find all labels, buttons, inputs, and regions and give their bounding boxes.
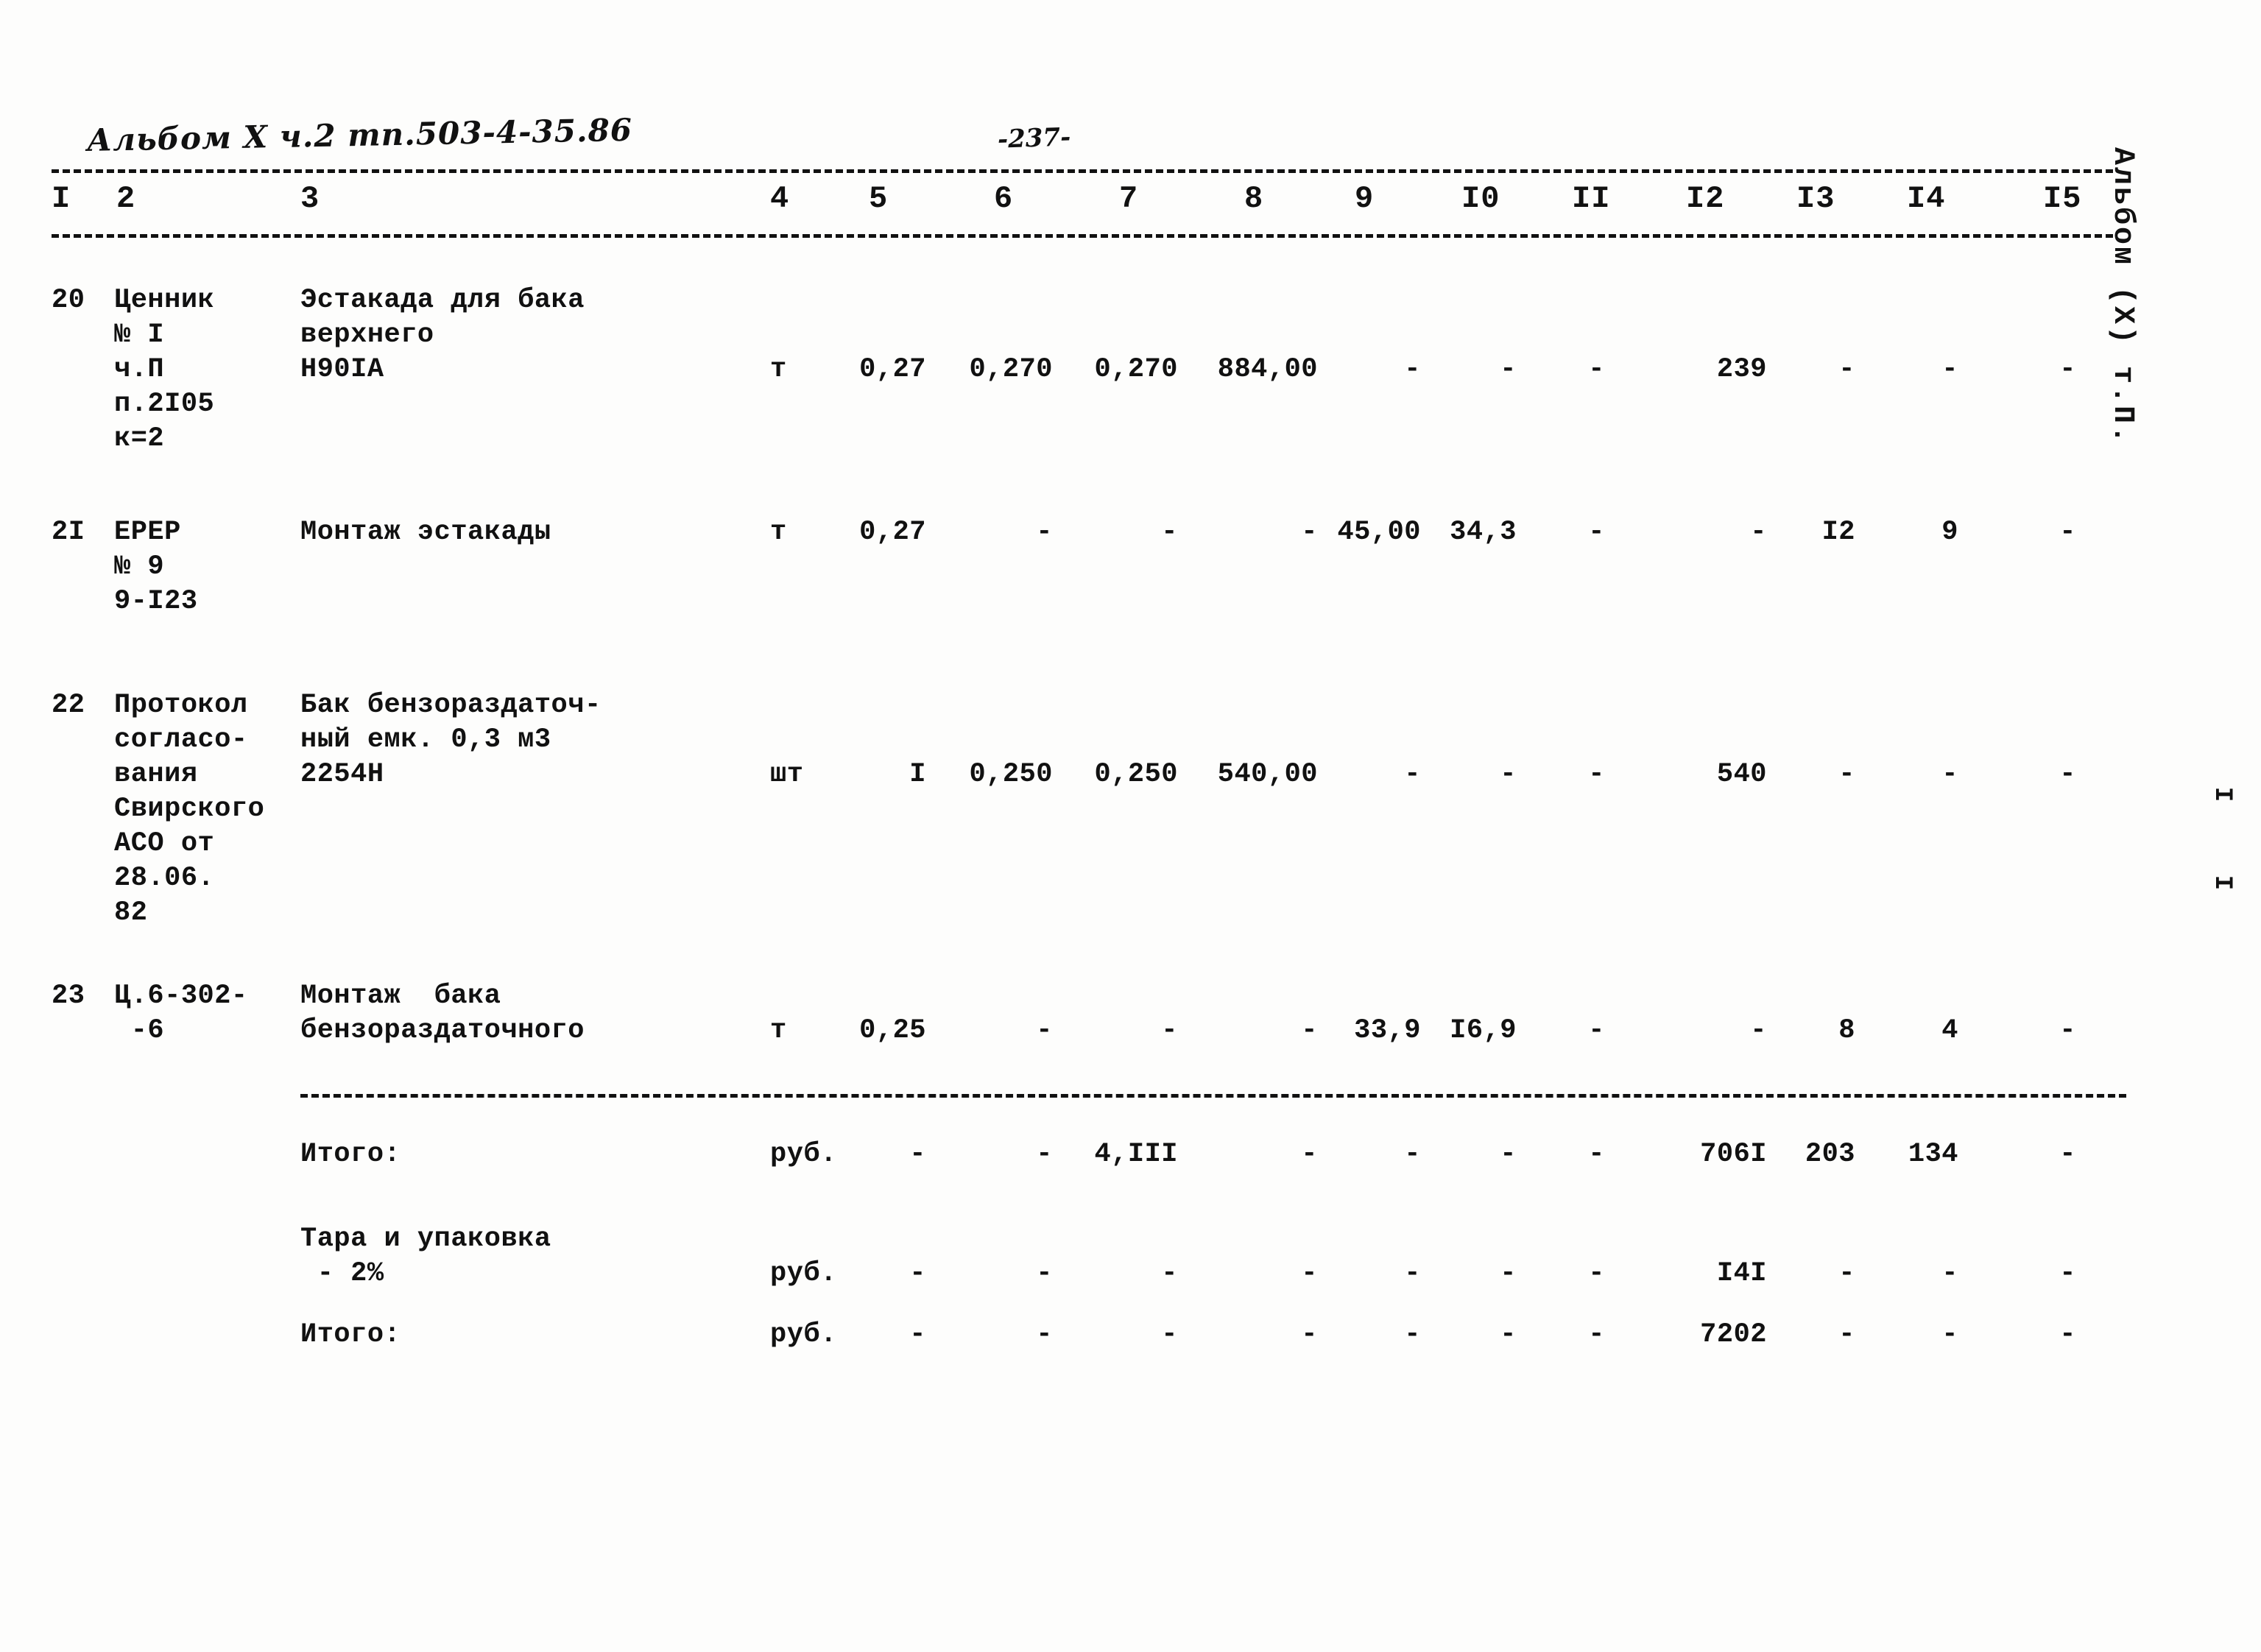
row-value-c15: - <box>2059 1015 2076 1046</box>
column-header-10: I0 <box>1461 181 1500 216</box>
row-number: 23 <box>52 981 85 1012</box>
column-header-11: II <box>1572 181 1611 216</box>
column-header-15: I5 <box>2043 181 2082 216</box>
margin-tick-glyph: I <box>2208 875 2237 891</box>
row-name-line: Эстакада для бака <box>300 285 585 316</box>
row-code-line: АСО от <box>114 828 215 859</box>
margin-album-note: Альбом (X) т.П. <box>2106 147 2139 446</box>
row-number: 22 <box>52 690 85 721</box>
table-header-rule <box>52 234 2113 238</box>
row-code-line: 28.06. <box>114 863 215 894</box>
summary-value-c15: - <box>2059 1139 2076 1170</box>
row-code-line: Ценник <box>114 285 215 316</box>
column-header-5: 5 <box>869 181 889 216</box>
totals-separator-rule <box>300 1094 2126 1098</box>
summary-label-line: Тара и упаковка <box>300 1224 551 1254</box>
row-code-line: 82 <box>114 897 148 928</box>
column-header-1: I <box>52 181 71 216</box>
column-header-14: I4 <box>1907 181 1946 216</box>
column-header-2: 2 <box>116 181 136 216</box>
row-name-line: Монтаж бака <box>300 981 501 1012</box>
column-header-3: 3 <box>300 181 320 216</box>
row-code-line: к=2 <box>114 423 165 454</box>
row-value-c15: - <box>2059 354 2076 385</box>
column-header-8: 8 <box>1244 181 1264 216</box>
column-header-7: 7 <box>1119 181 1139 216</box>
table-top-rule <box>52 169 2113 173</box>
document-page: Альбом X ч.2 тп.503-4-35.86 -237- I23456… <box>0 0 2261 1652</box>
margin-tick-lower: I <box>2208 869 2236 897</box>
row-code-line: Ц.6-302- <box>114 981 248 1012</box>
column-header-row: I 2 3 4 5 6 7 8 9 I0 II I2 I3 I4 I5 <box>0 181 2261 225</box>
row-value-c15: - <box>2059 517 2076 548</box>
column-header-9: 9 <box>1355 181 1375 216</box>
margin-tick-upper: I <box>2208 780 2236 808</box>
row-number: 20 <box>52 285 85 316</box>
row-value-c15: - <box>2059 759 2076 790</box>
row-code-line: согласо- <box>114 724 248 755</box>
row-code-line: п.2I05 <box>114 389 215 420</box>
row-name-line: верхнего <box>300 320 434 350</box>
margin-tick-glyph: I <box>2208 786 2237 802</box>
row-code-line: Протокол <box>114 690 248 721</box>
row-name-line: Бак бензораздаточ- <box>300 690 602 721</box>
summary-value-c15: - <box>2059 1319 2076 1350</box>
column-header-4: 4 <box>770 181 790 216</box>
row-name-line: ный емк. 0,3 м3 <box>300 724 551 755</box>
row-code-line: Свирского <box>114 794 265 825</box>
page-number: -237- <box>997 122 1071 155</box>
column-header-12: I2 <box>1686 181 1725 216</box>
row-code-line: 9-I23 <box>114 586 198 617</box>
row-code-line: № 9 <box>114 551 165 582</box>
row-code-line: № I <box>114 320 165 350</box>
column-header-6: 6 <box>994 181 1014 216</box>
summary-value-c15: - <box>2059 1258 2076 1289</box>
handwritten-album-header: Альбом X ч.2 тп.503-4-35.86 <box>86 111 633 158</box>
column-header-13: I3 <box>1796 181 1835 216</box>
